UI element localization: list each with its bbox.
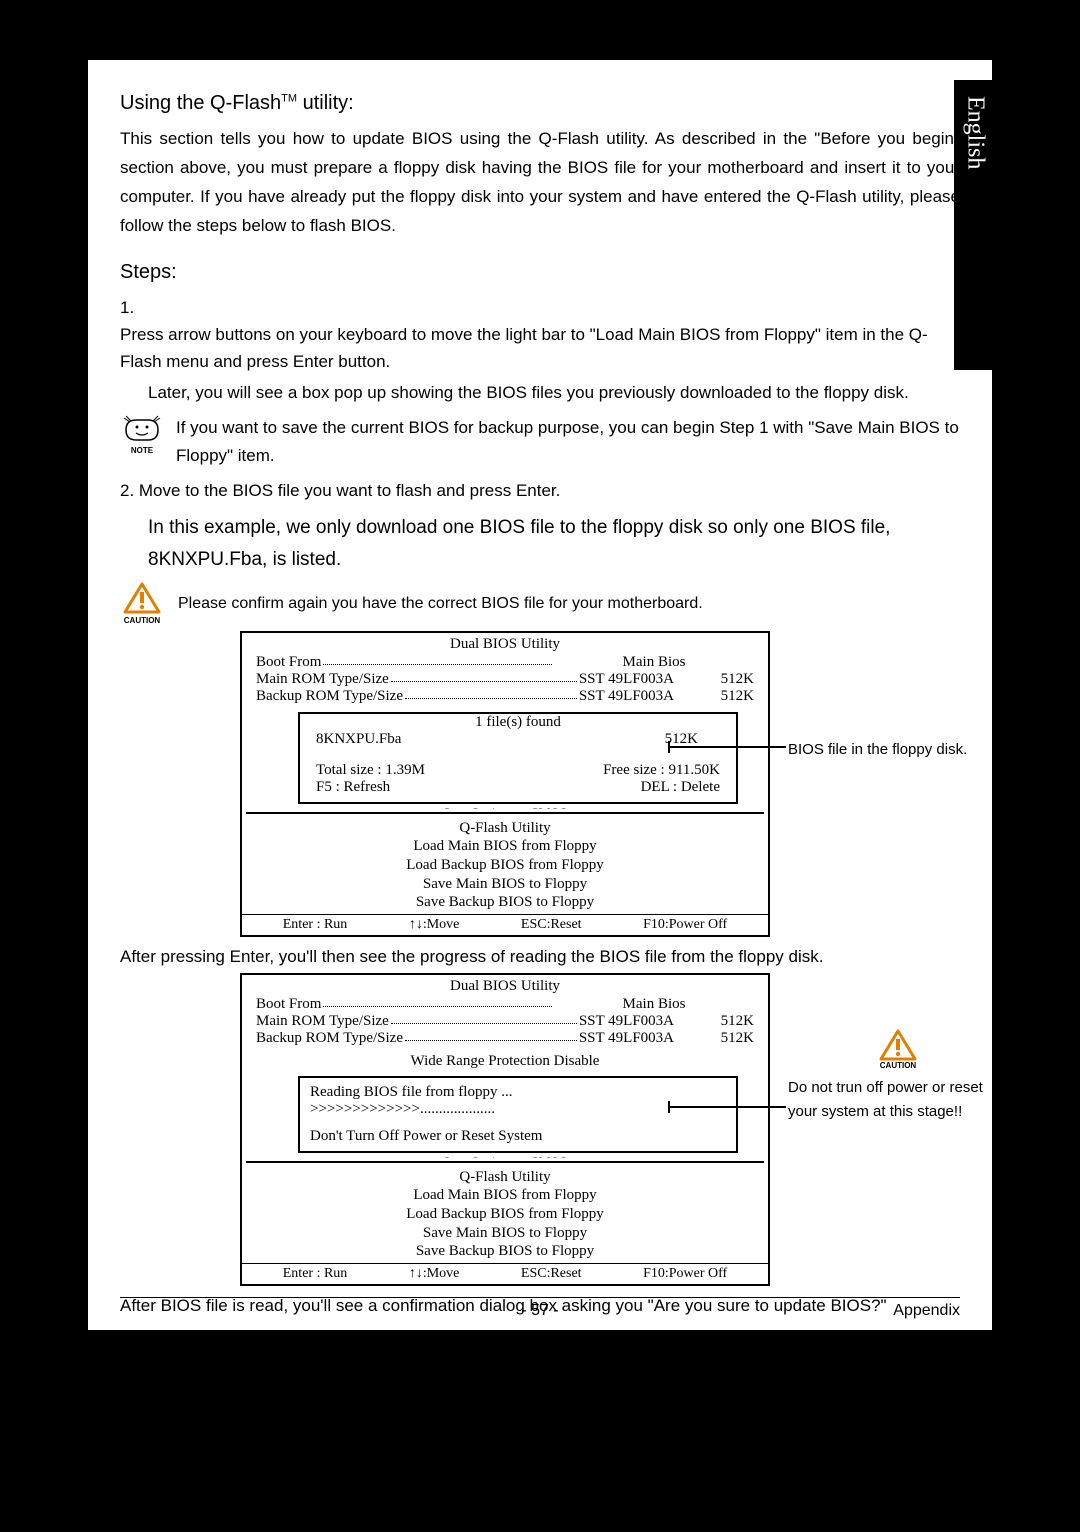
key-bar: Enter : Run ↑↓:Move ESC:Reset F10:Power … — [242, 914, 768, 935]
note-block: NOTE If you want to save the current BIO… — [120, 414, 960, 468]
annotation-leader-tick-2 — [668, 1101, 670, 1113]
key-enter-2: Enter : Run — [283, 1266, 348, 1282]
qflash-menu: Load Main BIOS from Floppy Load Backup B… — [242, 837, 768, 914]
menu-item-4b: Save Backup BIOS to Floppy — [242, 1242, 768, 1261]
boot-from-label-2: Boot From — [256, 996, 321, 1013]
step-text: Press arrow buttons on your keyboard to … — [120, 321, 928, 375]
language-tab: English — [954, 80, 996, 370]
bios-screenshot-2: Dual BIOS Utility Boot From Main Bios Mai… — [240, 973, 770, 1286]
bios-title: Dual BIOS Utility — [242, 633, 768, 654]
page-footer: - 57 - Appendix — [120, 1297, 960, 1320]
bios-screenshot-1: Dual BIOS Utility Boot From Main Bios Mai… — [240, 631, 770, 937]
backup-rom-value-2: SST 49LF003A — [579, 1030, 674, 1047]
key-f10: F10:Power Off — [643, 917, 727, 933]
key-esc-2: ESC:Reset — [521, 1266, 582, 1282]
main-rom-size-2: 512K — [674, 1013, 754, 1030]
key-bar-2: Enter : Run ↑↓:Move ESC:Reset F10:Power … — [242, 1263, 768, 1284]
wide-range-full: Wide Range Protection Disable — [256, 1053, 754, 1070]
note-label: NOTE — [131, 446, 153, 455]
cut-text: Save Settings to CMOS — [246, 805, 764, 809]
key-f10-2: F10:Power Off — [643, 1266, 727, 1282]
note-text: If you want to save the current BIOS for… — [176, 414, 960, 468]
cut-text-2: Save Settings to CMOS — [246, 1154, 764, 1158]
annotation-2-text: Do not trun off power or reset your syst… — [788, 1076, 1008, 1124]
dont-turn-off: Don't Turn Off Power or Reset System — [310, 1128, 726, 1145]
backup-rom-size: 512K — [674, 688, 754, 705]
section-heading-steps: Steps: — [120, 261, 960, 284]
qflash-title-2: Q-Flash Utility — [242, 1167, 768, 1186]
main-rom-label-2: Main ROM Type/Size — [256, 1013, 389, 1030]
example-text: In this example, we only download one BI… — [148, 512, 960, 577]
step2-enter: Enter — [516, 481, 556, 500]
main-rom-label: Main ROM Type/Size — [256, 671, 389, 688]
caution-text: Please confirm again you have the correc… — [178, 595, 703, 613]
backup-rom-size-2: 512K — [674, 1030, 754, 1047]
qflash-menu-2: Load Main BIOS from Floppy Load Backup B… — [242, 1186, 768, 1263]
appendix-label: Appendix — [860, 1302, 960, 1320]
free-size: Free size : 911.50K — [603, 762, 720, 779]
caution-icon: CAUTION — [120, 582, 164, 625]
step-1: 1. Press arrow buttons on your keyboard … — [120, 294, 960, 376]
backup-rom-label: Backup ROM Type/Size — [256, 688, 403, 705]
menu-item-3b: Save Main BIOS to Floppy — [242, 1224, 768, 1243]
qflash-title: Q-Flash Utility — [242, 818, 768, 837]
menu-item-1: Load Main BIOS from Floppy — [242, 837, 768, 856]
annotation-2-wrap: CAUTION Do not trun off power or reset y… — [788, 1029, 1008, 1124]
after-pre: After pressing — [120, 947, 230, 966]
boot-from-value-2: Main Bios — [554, 996, 754, 1013]
after-press-text: After pressing Enter, you'll then see th… — [120, 947, 960, 967]
note-icon: NOTE — [120, 414, 164, 455]
files-found: 1 file(s) found — [310, 714, 726, 731]
annotation-1: BIOS file in the floppy disk. — [788, 739, 988, 762]
del-key: DEL : Delete — [641, 779, 720, 796]
manual-page: English Using the Q-FlashTM utility: Thi… — [88, 60, 992, 1330]
main-rom-value: SST 49LF003A — [579, 671, 674, 688]
page-number: - 57 - — [220, 1302, 860, 1320]
annotation-leader-line — [668, 746, 786, 748]
after-enter: Enter — [230, 947, 270, 966]
key-enter: Enter : Run — [283, 917, 348, 933]
f5-key: F5 : Refresh — [316, 779, 390, 796]
file-popup: 1 file(s) found 8KNXPU.Fba 512K Total si… — [298, 712, 738, 804]
steps-list: 1. Press arrow buttons on your keyboard … — [120, 294, 960, 407]
bios-title-2: Dual BIOS Utility — [242, 975, 768, 996]
key-move-2: ↑↓:Move — [409, 1266, 460, 1282]
caution-block-1: CAUTION Please confirm again you have th… — [120, 582, 960, 625]
backup-rom-label-2: Backup ROM Type/Size — [256, 1030, 403, 1047]
heading-text-pre: Using the Q-Flash — [120, 92, 281, 114]
key-move: ↑↓:Move — [409, 917, 460, 933]
after-post: , you'll then see the progress of readin… — [269, 947, 823, 966]
heading-text-post: utility: — [297, 92, 354, 114]
boot-from-label: Boot From — [256, 654, 321, 671]
total-size: Total size : 1.39M — [316, 762, 425, 779]
menu-item-4: Save Backup BIOS to Floppy — [242, 893, 768, 912]
menu-item-1b: Load Main BIOS from Floppy — [242, 1186, 768, 1205]
intro-paragraph: This section tells you how to update BIO… — [120, 125, 960, 241]
reading-text: Reading BIOS file from floppy ... — [310, 1084, 726, 1101]
caution-label: CAUTION — [120, 616, 164, 625]
annotation-leader-line-2 — [668, 1106, 786, 1108]
step-number: 1. — [120, 294, 148, 321]
boot-from-value: Main Bios — [554, 654, 754, 671]
heading-tm: TM — [281, 92, 297, 104]
step-1-later: Later, you will see a box pop up showing… — [148, 379, 960, 406]
annotation-leader-tick — [668, 741, 670, 753]
menu-item-2: Load Backup BIOS from Floppy — [242, 856, 768, 875]
reading-progress: >>>>>>>>>>>>>.................... — [310, 1101, 726, 1118]
step-2: 2. Move to the BIOS file you want to fla… — [120, 477, 960, 506]
menu-item-3: Save Main BIOS to Floppy — [242, 875, 768, 894]
main-rom-size: 512K — [674, 671, 754, 688]
file-name: 8KNXPU.Fba — [316, 731, 401, 748]
main-rom-value-2: SST 49LF003A — [579, 1013, 674, 1030]
section-heading-qflash: Using the Q-FlashTM utility: — [120, 92, 960, 115]
step2-pre: 2. Move to the BIOS file you want to fla… — [120, 481, 516, 500]
reading-box: Reading BIOS file from floppy ... >>>>>>… — [298, 1076, 738, 1153]
key-esc: ESC:Reset — [521, 917, 582, 933]
step2-post: . — [556, 481, 561, 500]
menu-item-2b: Load Backup BIOS from Floppy — [242, 1205, 768, 1224]
annotation-2-caution-label: CAUTION — [788, 1061, 1008, 1070]
backup-rom-value: SST 49LF003A — [579, 688, 674, 705]
